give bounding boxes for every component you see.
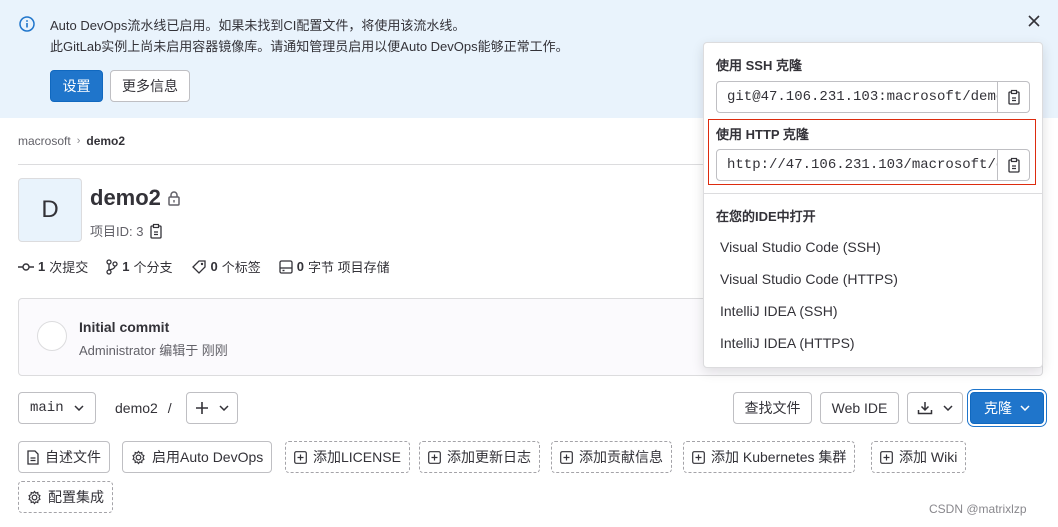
project-title: demo2 bbox=[90, 185, 181, 211]
banner-message-line1: Auto DevOps流水线已启用。如果未找到CI配置文件，将使用该流水线。 bbox=[50, 18, 466, 33]
project-avatar: D bbox=[18, 178, 82, 242]
copy-id-icon[interactable] bbox=[149, 223, 163, 239]
readme-button[interactable]: 自述文件 bbox=[18, 441, 110, 473]
branches-stat[interactable]: 1 个分支 bbox=[106, 257, 173, 276]
project-stats: 1 次提交 1 个分支 0 个标签 0 字节 项目存储 bbox=[18, 257, 408, 276]
add-wiki-button[interactable]: 添加 Wiki bbox=[871, 441, 967, 473]
add-file-dropdown[interactable] bbox=[186, 392, 238, 424]
clone-button[interactable]: 克隆 bbox=[970, 392, 1044, 424]
add-license-button[interactable]: 添加LICENSE bbox=[285, 441, 410, 473]
add-wiki-label: 添加 Wiki bbox=[899, 449, 958, 465]
chevron-down-icon bbox=[219, 405, 229, 411]
settings-button[interactable]: 设置 bbox=[50, 70, 103, 102]
tags-count: 0 bbox=[210, 259, 218, 274]
commits-label: 次提交 bbox=[49, 260, 89, 275]
plus-square-icon bbox=[428, 450, 441, 464]
copy-icon bbox=[1007, 89, 1021, 105]
plus-square-icon bbox=[560, 450, 573, 464]
user-avatar[interactable] bbox=[37, 321, 67, 351]
header-divider bbox=[18, 164, 703, 165]
add-license-label: 添加LICENSE bbox=[313, 449, 401, 465]
storage-icon bbox=[279, 259, 293, 274]
plus-square-icon bbox=[692, 450, 705, 464]
commit-icon bbox=[18, 261, 34, 273]
storage-stat[interactable]: 0 字节 项目存储 bbox=[279, 257, 390, 276]
add-contributing-button[interactable]: 添加贡献信息 bbox=[551, 441, 672, 473]
configure-integrations-button[interactable]: 配置集成 bbox=[18, 481, 113, 513]
project-id-text: 项目ID: 3 bbox=[90, 224, 144, 239]
ssh-clone-label: 使用 SSH 克隆 bbox=[716, 58, 802, 73]
http-clone-label: 使用 HTTP 克隆 bbox=[716, 127, 809, 142]
plus-square-icon bbox=[294, 450, 307, 464]
enable-auto-devops-label: 启用Auto DevOps bbox=[152, 449, 264, 465]
tags-stat[interactable]: 0 个标签 bbox=[191, 257, 261, 276]
web-ide-button[interactable]: Web IDE bbox=[820, 392, 899, 424]
branches-count: 1 bbox=[122, 259, 130, 274]
storage-label: 字节 项目存储 bbox=[307, 260, 390, 275]
repo-path: demo2 / bbox=[115, 400, 172, 416]
dropdown-divider bbox=[704, 193, 1042, 194]
storage-count: 0 bbox=[296, 259, 304, 274]
branch-selector[interactable]: main bbox=[18, 392, 96, 424]
add-kubernetes-label: 添加 Kubernetes 集群 bbox=[711, 449, 847, 465]
chevron-down-icon bbox=[74, 405, 84, 411]
breadcrumb-project-link[interactable]: demo2 bbox=[86, 134, 125, 148]
chevron-right-icon: › bbox=[76, 135, 81, 147]
chevron-down-icon bbox=[943, 405, 953, 411]
ide-item-intellij-ssh[interactable]: IntelliJ IDEA (SSH) bbox=[720, 303, 837, 319]
chevron-down-icon bbox=[1020, 405, 1030, 411]
download-icon bbox=[917, 401, 933, 415]
plus-square-icon bbox=[880, 450, 893, 464]
tag-icon bbox=[191, 259, 207, 275]
open-in-ide-label: 在您的IDE中打开 bbox=[716, 209, 816, 224]
repo-path-name[interactable]: demo2 bbox=[115, 400, 158, 416]
clone-label: 克隆 bbox=[984, 400, 1012, 416]
gear-icon bbox=[131, 449, 146, 465]
branch-icon bbox=[106, 258, 118, 275]
commit-meta: Administrator 编辑于 刚刚 bbox=[79, 343, 228, 358]
plus-icon bbox=[195, 401, 209, 415]
branches-label: 个分支 bbox=[133, 260, 173, 275]
gear-icon bbox=[27, 489, 42, 505]
path-separator: / bbox=[167, 400, 172, 416]
document-icon bbox=[27, 449, 39, 465]
add-kubernetes-button[interactable]: 添加 Kubernetes 集群 bbox=[683, 441, 856, 473]
enable-auto-devops-button[interactable]: 启用Auto DevOps bbox=[122, 441, 273, 473]
readme-label: 自述文件 bbox=[45, 449, 101, 465]
project-name: demo2 bbox=[90, 185, 161, 210]
close-icon[interactable] bbox=[1027, 14, 1041, 28]
add-changelog-label: 添加更新日志 bbox=[447, 449, 531, 465]
breadcrumb: macrosoft › demo2 bbox=[18, 134, 125, 148]
info-icon bbox=[19, 16, 35, 32]
commits-count: 1 bbox=[38, 259, 46, 274]
lock-icon bbox=[167, 190, 181, 206]
find-file-button[interactable]: 查找文件 bbox=[733, 392, 812, 424]
download-dropdown[interactable] bbox=[907, 392, 963, 424]
ide-item-vscode-https[interactable]: Visual Studio Code (HTTPS) bbox=[720, 271, 898, 287]
commits-stat[interactable]: 1 次提交 bbox=[18, 257, 88, 276]
http-url-input[interactable]: http://47.106.231.103/macrosoft/demo2.gi… bbox=[716, 149, 998, 181]
copy-http-url-button[interactable] bbox=[998, 149, 1030, 181]
ide-item-vscode-ssh[interactable]: Visual Studio Code (SSH) bbox=[720, 239, 881, 255]
more-info-button[interactable]: 更多信息 bbox=[110, 70, 190, 102]
ide-item-intellij-https[interactable]: IntelliJ IDEA (HTTPS) bbox=[720, 335, 855, 351]
breadcrumb-group-link[interactable]: macrosoft bbox=[18, 134, 71, 148]
add-changelog-button[interactable]: 添加更新日志 bbox=[419, 441, 540, 473]
configure-integrations-label: 配置集成 bbox=[48, 489, 104, 505]
watermark: CSDN @matrixlzp bbox=[929, 502, 1027, 516]
tags-label: 个标签 bbox=[221, 260, 261, 275]
add-contributing-label: 添加贡献信息 bbox=[579, 449, 663, 465]
copy-icon bbox=[1007, 157, 1021, 173]
copy-ssh-url-button[interactable] bbox=[998, 81, 1030, 113]
clone-dropdown: 使用 SSH 克隆 git@47.106.231.103:macrosoft/d… bbox=[703, 42, 1043, 368]
commit-title-link[interactable]: Initial commit bbox=[79, 319, 169, 335]
ssh-url-input[interactable]: git@47.106.231.103:macrosoft/demo2.git bbox=[716, 81, 998, 113]
banner-message-line2: 此GitLab实例上尚未启用容器镜像库。请通知管理员启用以便Auto DevOp… bbox=[50, 39, 569, 54]
branch-name: main bbox=[30, 400, 64, 416]
project-id: 项目ID: 3 bbox=[90, 221, 163, 240]
